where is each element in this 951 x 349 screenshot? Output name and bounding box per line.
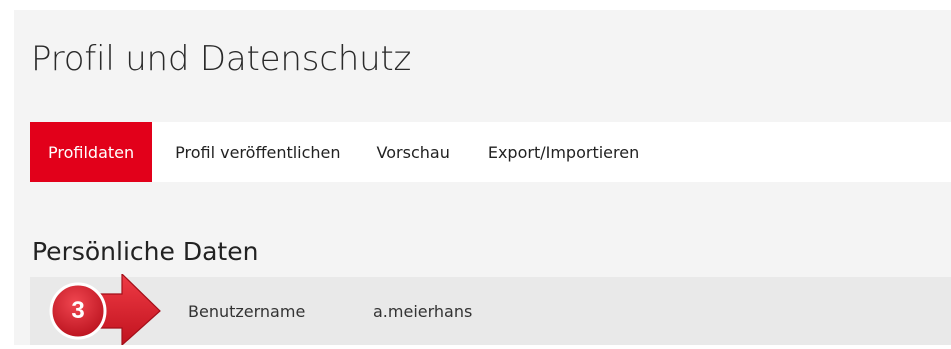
- step-callout: 3: [46, 272, 176, 347]
- field-label: Benutzername: [188, 302, 306, 321]
- tab-profildaten[interactable]: Profildaten: [30, 122, 153, 182]
- tab-profil-veroeffentlichen[interactable]: Profil veröffentlichen: [152, 122, 340, 182]
- tab-export-importieren[interactable]: Export/Importieren: [450, 122, 639, 182]
- section-title: Persönliche Daten: [32, 237, 259, 266]
- tab-vorschau[interactable]: Vorschau: [341, 122, 450, 182]
- field-value: a.meierhans: [373, 302, 473, 321]
- tab-bar: Profildaten Profil veröffentlichen Vorsc…: [30, 122, 951, 182]
- callout-number: 3: [71, 297, 85, 324]
- page-title: Profil und Datenschutz: [31, 39, 412, 79]
